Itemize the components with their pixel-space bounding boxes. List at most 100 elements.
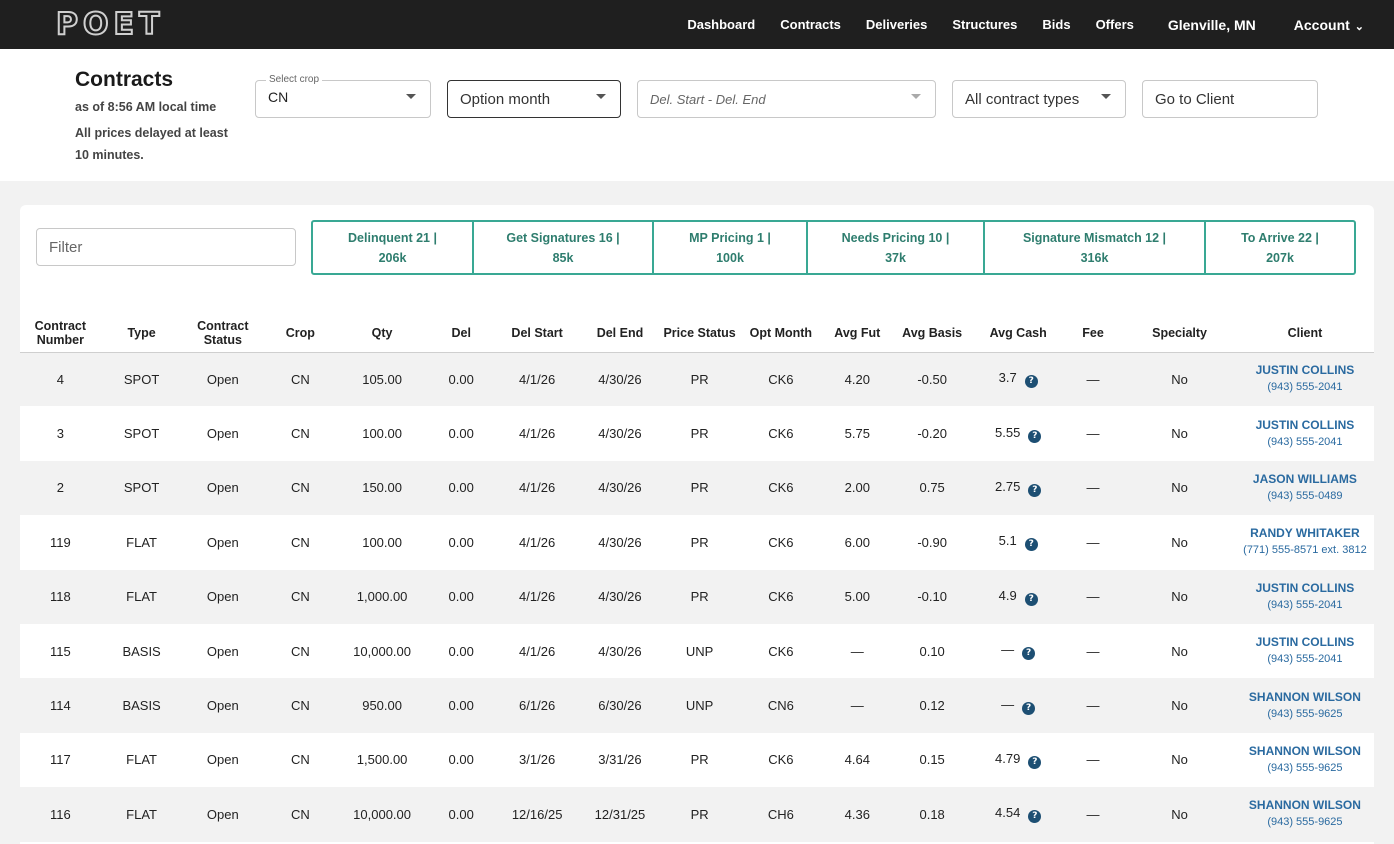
table-row[interactable]: 4 SPOT Open CN 105.00 0.00 4/1/26 4/30/26 PR CK6 4… [20, 352, 1374, 407]
help-icon[interactable]: ? [1028, 429, 1042, 443]
table-row[interactable]: 2 SPOT Open CN 150.00 0.00 4/1/26 4/30/26 PR CK6 2… [20, 460, 1374, 516]
table-row[interactable]: 114 BASIS Open CN 950.00 0.00 6/1/26 6/30/26 UNP… [20, 678, 1374, 733]
help-icon[interactable]: ? [1024, 592, 1038, 606]
page-header: Contracts as of 8:56 AM local time All p… [0, 49, 1394, 181]
cell-status: Open [206, 643, 239, 659]
cell-avg-cash: 4.54? [973, 787, 1063, 842]
client-phone[interactable]: (943) 555-2041 [1236, 434, 1374, 451]
client-phone[interactable]: (943) 555-9625 [1236, 814, 1374, 831]
nav-links: Dashboard Contracts Deliveries Structure… [662, 0, 1364, 49]
cell-type: FLAT [100, 787, 183, 842]
client-phone[interactable]: (943) 555-2041 [1236, 597, 1374, 614]
client-link[interactable]: JUSTIN COLLINS [1236, 417, 1374, 434]
client-link[interactable]: JASON WILLIAMS [1236, 471, 1374, 488]
cell-avg-fut: 2.00 [823, 460, 891, 516]
chip-mp-pricing[interactable]: MP Pricing 1 | 100k [654, 222, 808, 273]
cell-avg-fut: — [823, 678, 891, 733]
col-client[interactable]: Client [1235, 315, 1374, 353]
nav-contracts[interactable]: Contracts [780, 17, 841, 32]
avg-cash-value: — [1001, 642, 1015, 658]
client-link[interactable]: SHANNON WILSON [1236, 797, 1374, 814]
client-phone[interactable]: (943) 555-2041 [1236, 379, 1374, 396]
col-qty[interactable]: Qty [337, 315, 427, 353]
client-phone[interactable]: (771) 555-8571 ext. 3812 [1236, 542, 1374, 559]
client-link[interactable]: SHANNON WILSON [1236, 689, 1374, 706]
help-icon[interactable]: ? [1022, 701, 1036, 715]
crop-select[interactable]: Select crop CN [255, 74, 431, 118]
col-avg-cash[interactable]: Avg Cash [973, 315, 1063, 353]
col-del-end[interactable]: Del End [578, 315, 662, 353]
client-link[interactable]: RANDY WHITAKER [1236, 525, 1374, 542]
client-link[interactable]: SHANNON WILSON [1236, 743, 1374, 760]
col-avg-basis[interactable]: Avg Basis [890, 315, 974, 353]
cell-type: SPOT [100, 352, 183, 407]
cell-type: SPOT [123, 426, 160, 442]
cell-del: 0.00 [448, 643, 474, 659]
col-fee[interactable]: Fee [1062, 315, 1124, 353]
chip-needs-pricing[interactable]: Needs Pricing 10 | 37k [808, 222, 985, 273]
nav-offers[interactable]: Offers [1096, 17, 1134, 32]
avg-cash-value: 4.79 [995, 750, 1021, 766]
col-avg-fut[interactable]: Avg Fut [823, 315, 891, 353]
cell-price-status: PR [690, 534, 709, 550]
col-specialty[interactable]: Specialty [1123, 315, 1236, 353]
contract-types-select[interactable]: All contract types [952, 80, 1126, 118]
col-opt-month[interactable]: Opt Month [737, 315, 824, 353]
chip-signature-mismatch[interactable]: Signature Mismatch 12 | 316k [985, 222, 1206, 273]
cell-price-status: PR [661, 460, 738, 516]
poet-logo[interactable]: POET [55, 6, 164, 43]
table-row[interactable]: 116 FLAT Open CN 10,000.00 0.00 12/16/25 12/31/… [20, 787, 1374, 842]
col-crop[interactable]: Crop [263, 315, 338, 353]
cell-avg-fut: 6.00 [844, 534, 870, 550]
table-row[interactable]: 119 FLAT Open CN 100.00 0.00 4/1/26 4/30/26 PR CK… [20, 515, 1374, 569]
cell-del: 0.00 [426, 569, 496, 624]
cell-avg-basis: -0.10 [890, 569, 974, 624]
table-row[interactable]: 115 BASIS Open CN 10,000.00 0.00 4/1/26 4/30/26… [20, 624, 1374, 678]
client-phone[interactable]: (943) 555-0489 [1236, 488, 1374, 505]
cell-del-end: 3/31/26 [598, 752, 642, 768]
chip-label: Needs Pricing 10 | [841, 230, 950, 245]
help-icon[interactable]: ? [1028, 483, 1042, 497]
cell-opt-month: CK6 [768, 534, 794, 550]
nav-bids[interactable]: Bids [1042, 17, 1070, 32]
option-month-select[interactable]: Option month [447, 80, 621, 118]
account-menu[interactable]: Account ⌄ [1294, 17, 1364, 33]
col-del-start[interactable]: Del Start [495, 315, 579, 353]
client-phone[interactable]: (943) 555-2041 [1236, 651, 1374, 668]
nav-dashboard[interactable]: Dashboard [687, 17, 755, 32]
client-link[interactable]: JUSTIN COLLINS [1236, 634, 1374, 651]
help-icon[interactable]: ? [1028, 810, 1042, 824]
client-link[interactable]: JUSTIN COLLINS [1236, 580, 1374, 597]
delivery-date-range[interactable]: Del. Start - Del. End [637, 80, 936, 118]
help-icon[interactable]: ? [1024, 538, 1038, 552]
help-icon[interactable]: ? [1028, 755, 1042, 769]
cell-price-status: PR [661, 569, 738, 624]
go-to-client-input[interactable]: Go to Client [1142, 80, 1318, 118]
location-selector[interactable]: Glenville, MN [1168, 17, 1256, 33]
chip-get-signatures[interactable]: Get Signatures 16 | 85k [474, 222, 654, 273]
cell-price-status: PR [661, 352, 738, 407]
chip-amount: 85k [552, 250, 574, 265]
dropdown-caret-icon [596, 94, 606, 99]
col-type[interactable]: Type [100, 315, 183, 353]
cell-del-start: 6/1/26 [495, 678, 579, 733]
help-icon[interactable]: ? [1024, 375, 1038, 389]
table-row[interactable]: 117 FLAT Open CN 1,500.00 0.00 3/1/26 3/31/26 PR… [20, 733, 1374, 787]
chip-delinquent[interactable]: Delinquent 21 | 206k [313, 222, 474, 273]
client-phone[interactable]: (943) 555-9625 [1236, 760, 1374, 777]
table-row[interactable]: 3 SPOT Open CN 100.00 0.00 4/1/26 4/30/26 PR CK6 5… [20, 406, 1374, 460]
col-contract-number[interactable]: Contract Number [20, 315, 101, 353]
col-contract-status[interactable]: Contract Status [182, 315, 264, 353]
help-icon[interactable]: ? [1022, 647, 1036, 661]
col-price-status[interactable]: Price Status [661, 315, 738, 353]
col-del[interactable]: Del [426, 315, 496, 353]
chip-to-arrive[interactable]: To Arrive 22 | 207k [1206, 222, 1354, 273]
table-row[interactable]: 118 FLAT Open CN 1,000.00 0.00 4/1/26 4/30/26 PR… [20, 569, 1374, 624]
client-phone[interactable]: (943) 555-9625 [1236, 706, 1374, 723]
filter-input[interactable]: Filter [36, 228, 296, 266]
client-link[interactable]: JUSTIN COLLINS [1236, 362, 1374, 379]
cell-fee: — [1062, 460, 1124, 516]
nav-structures[interactable]: Structures [952, 17, 1017, 32]
top-nav: POET Dashboard Contracts Deliveries Stru… [0, 0, 1394, 49]
nav-deliveries[interactable]: Deliveries [866, 17, 927, 32]
